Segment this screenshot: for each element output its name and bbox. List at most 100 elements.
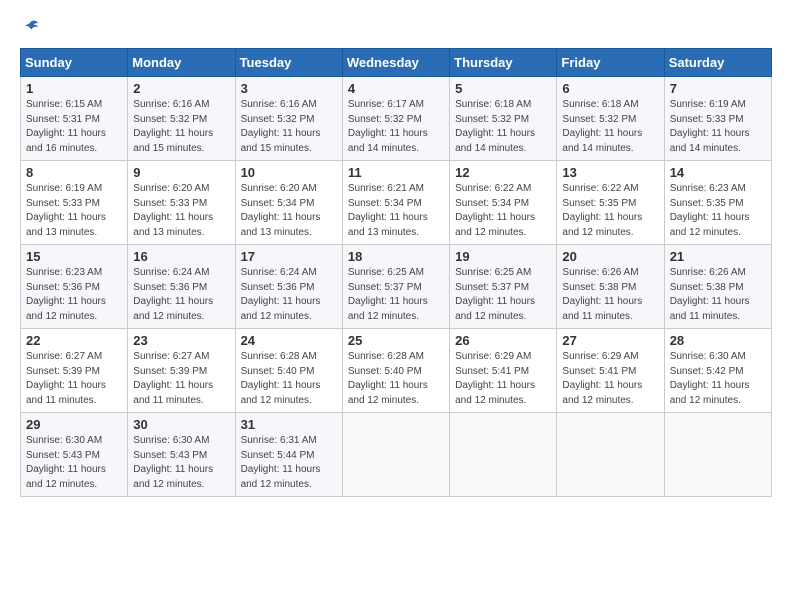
day-number: 13 — [562, 165, 658, 180]
day-info: Sunrise: 6:28 AMSunset: 5:40 PMDaylight:… — [241, 350, 337, 408]
header-wednesday: Wednesday — [342, 49, 449, 77]
calendar-cell: 3 Sunrise: 6:16 AMSunset: 5:32 PMDaylight… — [235, 77, 342, 161]
day-info: Sunrise: 6:20 AMSunset: 5:34 PMDaylight:… — [241, 182, 337, 240]
day-info: Sunrise: 6:19 AMSunset: 5:33 PMDaylight:… — [26, 182, 122, 240]
calendar-cell: 21Sunrise: 6:26 AMSunset: 5:38 PMDayligh… — [664, 245, 771, 329]
day-info: Sunrise: 6:31 AMSunset: 5:44 PMDaylight:… — [241, 434, 337, 492]
day-info: Sunrise: 6:16 AMSunset: 5:32 PMDaylight:… — [241, 98, 337, 156]
day-info: Sunrise: 6:18 AMSunset: 5:32 PMDaylight:… — [455, 98, 551, 156]
header-tuesday: Tuesday — [235, 49, 342, 77]
day-number: 2 — [133, 81, 229, 96]
day-number: 7 — [670, 81, 766, 96]
calendar-week-row: 29 Sunrise: 6:30 AMSunset: 5:43 PMDayligh… — [21, 413, 772, 497]
calendar-cell: 27 Sunrise: 6:29 AMSunset: 5:41 PMDayligh… — [557, 329, 664, 413]
calendar-cell: 26Sunrise: 6:29 AMSunset: 5:41 PMDayligh… — [450, 329, 557, 413]
logo — [20, 16, 40, 38]
day-number: 28 — [670, 333, 766, 348]
day-number: 30 — [133, 417, 229, 432]
calendar-cell: 19 Sunrise: 6:25 AMSunset: 5:37 PMDayligh… — [450, 245, 557, 329]
calendar-cell: 18 Sunrise: 6:25 AMSunset: 5:37 PMDayligh… — [342, 245, 449, 329]
day-info: Sunrise: 6:22 AMSunset: 5:34 PMDaylight:… — [455, 182, 551, 240]
day-number: 11 — [348, 165, 444, 180]
calendar-cell: 13 Sunrise: 6:22 AMSunset: 5:35 PMDayligh… — [557, 161, 664, 245]
logo-bird-icon — [22, 18, 40, 36]
day-info: Sunrise: 6:25 AMSunset: 5:37 PMDaylight:… — [348, 266, 444, 324]
day-number: 6 — [562, 81, 658, 96]
calendar-cell — [664, 413, 771, 497]
day-number: 14 — [670, 165, 766, 180]
day-number: 16 — [133, 249, 229, 264]
header-friday: Friday — [557, 49, 664, 77]
day-info: Sunrise: 6:27 AMSunset: 5:39 PMDaylight:… — [26, 350, 122, 408]
day-info: Sunrise: 6:18 AMSunset: 5:32 PMDaylight:… — [562, 98, 658, 156]
calendar-cell: 28 Sunrise: 6:30 AMSunset: 5:42 PMDayligh… — [664, 329, 771, 413]
day-info: Sunrise: 6:22 AMSunset: 5:35 PMDaylight:… — [562, 182, 658, 240]
calendar-cell: 29Sunrise: 6:30 AMSunset: 5:43 PMDayligh… — [21, 413, 128, 497]
page-header — [20, 16, 772, 38]
calendar-cell — [557, 413, 664, 497]
day-number: 27 — [562, 333, 658, 348]
calendar-week-row: 22 Sunrise: 6:27 AMSunset: 5:39 PMDayligh… — [21, 329, 772, 413]
day-number: 15 — [26, 249, 122, 264]
day-info: Sunrise: 6:15 AMSunset: 5:31 PMDaylight:… — [26, 98, 122, 156]
header-thursday: Thursday — [450, 49, 557, 77]
day-number: 3 — [241, 81, 337, 96]
calendar-cell: 25 Sunrise: 6:28 AMSunset: 5:40 PMDayligh… — [342, 329, 449, 413]
calendar-cell — [342, 413, 449, 497]
calendar-week-row: 1 Sunrise: 6:15 AMSunset: 5:31 PMDaylight… — [21, 77, 772, 161]
calendar-cell: 1 Sunrise: 6:15 AMSunset: 5:31 PMDaylight… — [21, 77, 128, 161]
calendar-cell: 22 Sunrise: 6:27 AMSunset: 5:39 PMDayligh… — [21, 329, 128, 413]
day-info: Sunrise: 6:23 AMSunset: 5:36 PMDaylight:… — [26, 266, 122, 324]
day-number: 20 — [562, 249, 658, 264]
day-info: Sunrise: 6:30 AMSunset: 5:43 PMDaylight:… — [133, 434, 229, 492]
day-number: 29 — [26, 417, 122, 432]
day-info: Sunrise: 6:24 AMSunset: 5:36 PMDaylight:… — [241, 266, 337, 324]
header-saturday: Saturday — [664, 49, 771, 77]
calendar-cell: 24 Sunrise: 6:28 AMSunset: 5:40 PMDayligh… — [235, 329, 342, 413]
day-number: 19 — [455, 249, 551, 264]
calendar-cell: 9 Sunrise: 6:20 AMSunset: 5:33 PMDaylight… — [128, 161, 235, 245]
calendar-week-row: 15 Sunrise: 6:23 AMSunset: 5:36 PMDayligh… — [21, 245, 772, 329]
day-number: 8 — [26, 165, 122, 180]
calendar-cell: 16 Sunrise: 6:24 AMSunset: 5:36 PMDayligh… — [128, 245, 235, 329]
day-number: 12 — [455, 165, 551, 180]
calendar-cell: 7Sunrise: 6:19 AMSunset: 5:33 PMDaylight… — [664, 77, 771, 161]
calendar-cell: 11Sunrise: 6:21 AMSunset: 5:34 PMDayligh… — [342, 161, 449, 245]
day-number: 9 — [133, 165, 229, 180]
header-monday: Monday — [128, 49, 235, 77]
day-info: Sunrise: 6:20 AMSunset: 5:33 PMDaylight:… — [133, 182, 229, 240]
day-number: 31 — [241, 417, 337, 432]
day-number: 25 — [348, 333, 444, 348]
calendar-header-row: SundayMondayTuesdayWednesdayThursdayFrid… — [21, 49, 772, 77]
day-info: Sunrise: 6:30 AMSunset: 5:42 PMDaylight:… — [670, 350, 766, 408]
day-info: Sunrise: 6:27 AMSunset: 5:39 PMDaylight:… — [133, 350, 229, 408]
day-number: 23 — [133, 333, 229, 348]
day-info: Sunrise: 6:16 AMSunset: 5:32 PMDaylight:… — [133, 98, 229, 156]
calendar-cell: 5 Sunrise: 6:18 AMSunset: 5:32 PMDaylight… — [450, 77, 557, 161]
day-info: Sunrise: 6:28 AMSunset: 5:40 PMDaylight:… — [348, 350, 444, 408]
calendar-cell: 8 Sunrise: 6:19 AMSunset: 5:33 PMDaylight… — [21, 161, 128, 245]
day-number: 5 — [455, 81, 551, 96]
calendar-cell: 4Sunrise: 6:17 AMSunset: 5:32 PMDaylight… — [342, 77, 449, 161]
day-number: 10 — [241, 165, 337, 180]
day-number: 21 — [670, 249, 766, 264]
header-sunday: Sunday — [21, 49, 128, 77]
day-info: Sunrise: 6:24 AMSunset: 5:36 PMDaylight:… — [133, 266, 229, 324]
calendar-cell: 17 Sunrise: 6:24 AMSunset: 5:36 PMDayligh… — [235, 245, 342, 329]
day-number: 18 — [348, 249, 444, 264]
calendar-cell: 20 Sunrise: 6:26 AMSunset: 5:38 PMDayligh… — [557, 245, 664, 329]
day-number: 17 — [241, 249, 337, 264]
calendar-cell: 15 Sunrise: 6:23 AMSunset: 5:36 PMDayligh… — [21, 245, 128, 329]
calendar-cell: 23 Sunrise: 6:27 AMSunset: 5:39 PMDayligh… — [128, 329, 235, 413]
day-info: Sunrise: 6:29 AMSunset: 5:41 PMDaylight:… — [455, 350, 551, 408]
day-info: Sunrise: 6:29 AMSunset: 5:41 PMDaylight:… — [562, 350, 658, 408]
calendar-cell: 2 Sunrise: 6:16 AMSunset: 5:32 PMDaylight… — [128, 77, 235, 161]
day-info: Sunrise: 6:26 AMSunset: 5:38 PMDaylight:… — [562, 266, 658, 324]
day-info: Sunrise: 6:23 AMSunset: 5:35 PMDaylight:… — [670, 182, 766, 240]
calendar-week-row: 8 Sunrise: 6:19 AMSunset: 5:33 PMDaylight… — [21, 161, 772, 245]
day-number: 24 — [241, 333, 337, 348]
day-number: 1 — [26, 81, 122, 96]
day-info: Sunrise: 6:17 AMSunset: 5:32 PMDaylight:… — [348, 98, 444, 156]
day-number: 22 — [26, 333, 122, 348]
day-info: Sunrise: 6:25 AMSunset: 5:37 PMDaylight:… — [455, 266, 551, 324]
